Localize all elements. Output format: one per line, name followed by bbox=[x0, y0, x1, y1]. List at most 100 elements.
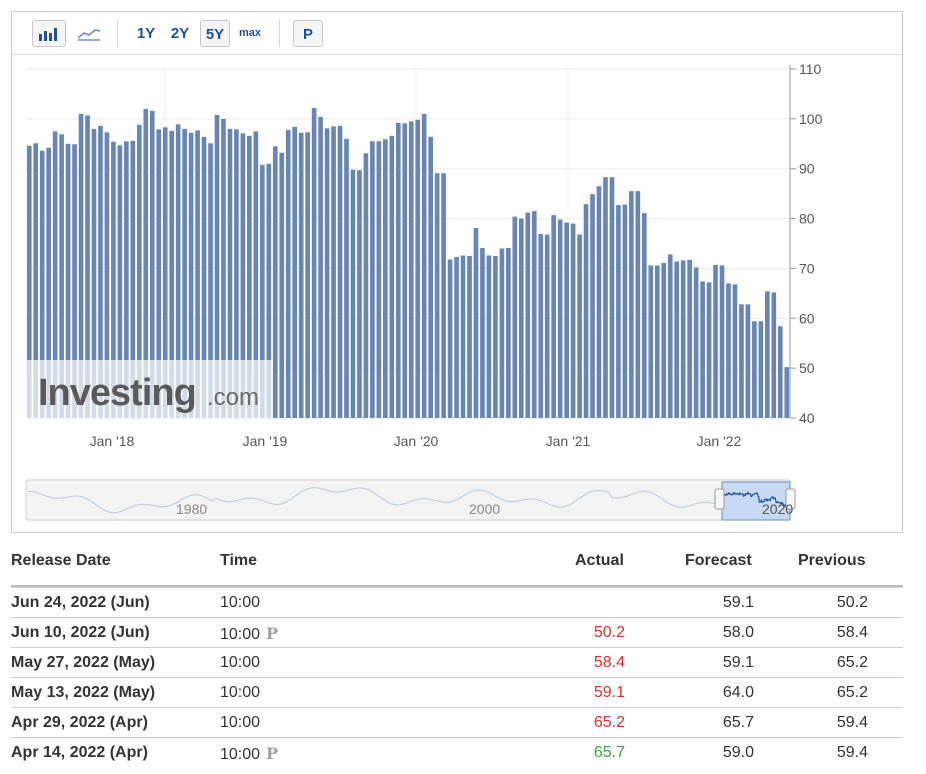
data-bar[interactable] bbox=[609, 177, 615, 418]
x-tick-label: Jan '22 bbox=[697, 433, 742, 449]
data-bar[interactable] bbox=[279, 152, 285, 418]
data-bar[interactable] bbox=[693, 267, 699, 418]
data-bar[interactable] bbox=[648, 265, 654, 418]
data-bar[interactable] bbox=[687, 259, 692, 418]
data-bar[interactable] bbox=[402, 123, 408, 418]
data-bar[interactable] bbox=[370, 141, 375, 419]
data-bar[interactable] bbox=[706, 282, 712, 418]
data-bar[interactable] bbox=[292, 126, 298, 418]
data-bar[interactable] bbox=[635, 191, 641, 418]
data-bar[interactable] bbox=[305, 132, 310, 418]
data-bar[interactable] bbox=[447, 259, 453, 418]
data-bar[interactable] bbox=[661, 262, 667, 418]
data-bar[interactable] bbox=[732, 284, 738, 418]
data-bar[interactable] bbox=[739, 304, 744, 418]
data-bar[interactable] bbox=[460, 255, 466, 418]
release-time: 10:00 bbox=[220, 684, 260, 702]
investing-watermark: Investing .com bbox=[26, 360, 272, 418]
data-bar[interactable] bbox=[719, 265, 725, 418]
data-bar[interactable] bbox=[667, 254, 673, 418]
data-bar[interactable] bbox=[331, 126, 336, 418]
data-bar[interactable] bbox=[538, 234, 544, 418]
data-bar[interactable] bbox=[467, 255, 472, 418]
data-bar[interactable] bbox=[680, 260, 686, 418]
data-bar[interactable] bbox=[551, 215, 557, 418]
x-tick-label: Jan '18 bbox=[90, 433, 135, 449]
data-bar[interactable] bbox=[622, 204, 628, 418]
data-bar[interactable] bbox=[570, 223, 576, 418]
data-bar[interactable] bbox=[285, 129, 291, 418]
y-tick-label: 50 bbox=[799, 360, 815, 376]
data-bar[interactable] bbox=[506, 247, 511, 418]
data-bar[interactable] bbox=[518, 218, 524, 418]
data-bar[interactable] bbox=[616, 205, 621, 418]
data-bar[interactable] bbox=[480, 247, 485, 418]
column-header-actual[interactable]: Actual bbox=[575, 552, 624, 570]
data-bar[interactable] bbox=[499, 248, 505, 418]
data-bar[interactable] bbox=[777, 326, 783, 418]
release-time-value: 10:00 bbox=[220, 714, 261, 731]
data-bar[interactable] bbox=[752, 321, 757, 418]
navigator-left-handle[interactable] bbox=[714, 488, 725, 510]
forecast-value: 59.1 bbox=[722, 594, 754, 611]
data-bar[interactable] bbox=[434, 173, 440, 418]
previous-value: 65.2 bbox=[836, 684, 868, 701]
data-bar[interactable] bbox=[376, 141, 382, 419]
data-bar[interactable] bbox=[389, 135, 395, 418]
data-bar[interactable] bbox=[544, 234, 550, 418]
data-bar[interactable] bbox=[531, 211, 537, 418]
data-bar[interactable] bbox=[629, 191, 634, 418]
data-bar[interactable] bbox=[395, 122, 401, 418]
time-navigator[interactable]: 1980 2000 2020 bbox=[25, 479, 796, 521]
data-bar[interactable] bbox=[441, 173, 446, 418]
data-bar[interactable] bbox=[298, 132, 304, 418]
data-bar[interactable] bbox=[577, 234, 582, 418]
data-bar[interactable] bbox=[454, 256, 459, 418]
column-header-forecast[interactable]: Forecast bbox=[685, 552, 752, 570]
data-bar[interactable] bbox=[771, 292, 777, 418]
release-time: 10:00 P bbox=[220, 744, 278, 764]
column-header-release-date[interactable]: Release Date bbox=[11, 552, 111, 570]
data-bar[interactable] bbox=[512, 216, 518, 418]
column-header-previous[interactable]: Previous bbox=[798, 552, 866, 570]
data-bar[interactable] bbox=[344, 138, 349, 419]
data-bar[interactable] bbox=[641, 213, 647, 418]
bar-chart: Investing .com 40 50 60 70 80 90 100 110 Jan '1… bbox=[25, 61, 823, 521]
data-bar[interactable] bbox=[428, 136, 433, 418]
actual-value: 59.1 bbox=[593, 684, 625, 701]
data-bar[interactable] bbox=[674, 261, 680, 418]
release-time-value: 10:00 bbox=[220, 626, 261, 643]
previous-value: 59.4 bbox=[836, 744, 868, 761]
column-header-time[interactable]: Time bbox=[220, 552, 257, 570]
data-bar[interactable] bbox=[318, 116, 323, 419]
data-bar[interactable] bbox=[726, 283, 731, 418]
data-bar[interactable] bbox=[700, 281, 705, 418]
data-bar[interactable] bbox=[324, 128, 330, 418]
data-bar[interactable] bbox=[383, 139, 388, 419]
data-bar[interactable] bbox=[784, 367, 790, 418]
data-bar[interactable] bbox=[745, 304, 751, 418]
data-bar[interactable] bbox=[486, 255, 492, 418]
data-bar[interactable] bbox=[272, 146, 278, 418]
data-bar[interactable] bbox=[473, 228, 479, 418]
data-bar[interactable] bbox=[311, 107, 317, 418]
data-bar[interactable] bbox=[654, 265, 660, 418]
data-bar[interactable] bbox=[590, 194, 595, 418]
data-bar[interactable] bbox=[713, 264, 718, 418]
data-bar[interactable] bbox=[408, 121, 414, 418]
data-bar[interactable] bbox=[363, 153, 369, 418]
data-bar[interactable] bbox=[583, 204, 589, 418]
data-bar[interactable] bbox=[415, 119, 421, 418]
data-bar[interactable] bbox=[758, 321, 764, 418]
data-bar[interactable] bbox=[493, 255, 498, 418]
data-bar[interactable] bbox=[603, 177, 608, 418]
data-bar[interactable] bbox=[337, 125, 343, 418]
data-bar[interactable] bbox=[421, 113, 427, 419]
data-bar[interactable] bbox=[557, 219, 563, 418]
data-bar[interactable] bbox=[350, 169, 356, 418]
data-bar[interactable] bbox=[596, 186, 602, 418]
data-bar[interactable] bbox=[357, 170, 362, 418]
data-bar[interactable] bbox=[765, 291, 770, 418]
data-bar[interactable] bbox=[525, 212, 531, 418]
data-bar[interactable] bbox=[564, 222, 569, 418]
